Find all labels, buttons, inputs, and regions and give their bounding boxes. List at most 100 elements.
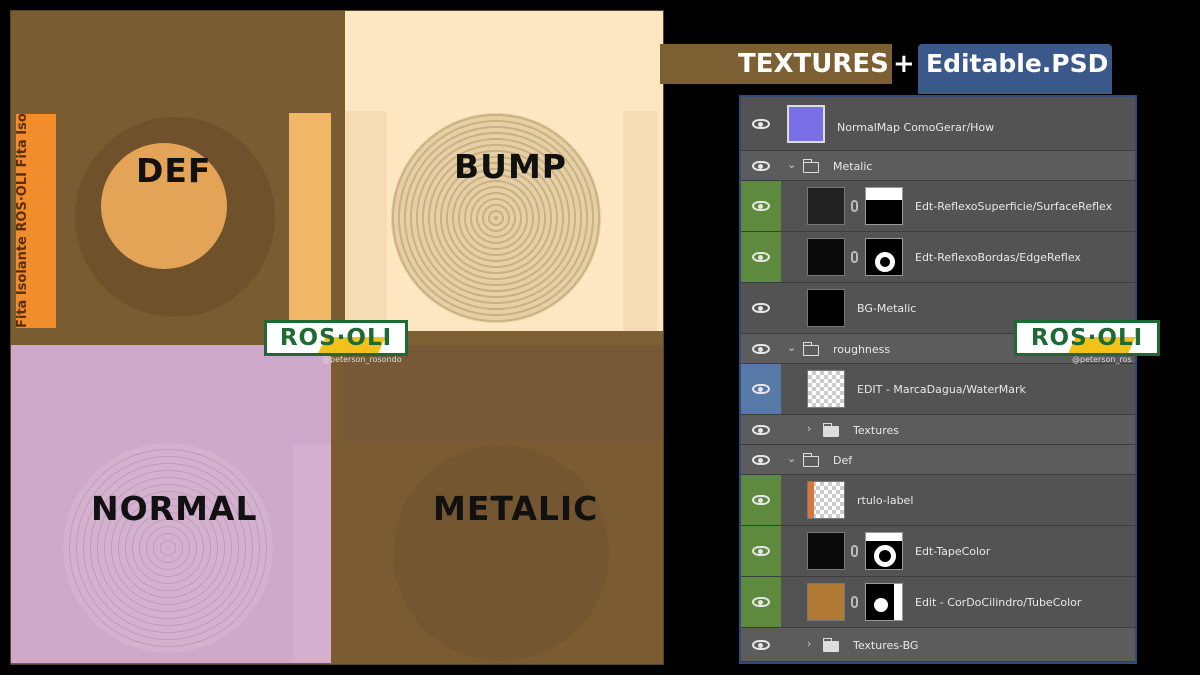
watermark-handle-right: @peterson_ros <box>1072 355 1132 364</box>
layer-thumbnail <box>807 370 845 408</box>
visibility-toggle[interactable] <box>741 526 781 576</box>
link-icon <box>851 596 858 608</box>
layer-mask <box>865 532 903 570</box>
mask-white-band <box>894 584 902 620</box>
watermark-brand: ROS·OLI <box>1030 325 1144 351</box>
layer-name: Edt-ReflexoSuperficie/SurfaceReflex <box>915 200 1113 213</box>
layer-row-tapecolor[interactable]: Edt-TapeColor <box>741 526 1135 577</box>
visibility-toggle[interactable] <box>741 232 781 282</box>
visibility-toggle[interactable] <box>741 577 781 627</box>
visibility-toggle[interactable] <box>741 475 781 525</box>
mask-white-band <box>866 533 902 541</box>
layer-group-def[interactable]: ⌄ Def <box>741 445 1135 475</box>
visibility-toggle[interactable] <box>741 334 781 363</box>
layer-name: Metalic <box>833 160 873 173</box>
metalic-label: METALIC <box>433 489 599 528</box>
layer-thumbnail <box>807 532 845 570</box>
layer-name: Edt-ReflexoBordas/EdgeReflex <box>915 251 1081 264</box>
bump-disc <box>391 113 601 323</box>
tape-label-text: Fita Isolante ROS·OLI Fita Isolante ROS·… <box>16 114 30 328</box>
layer-thumbnail <box>807 187 845 225</box>
chevron-right-icon[interactable]: › <box>807 422 811 435</box>
chevron-down-icon[interactable]: ⌄ <box>787 341 796 354</box>
mask-dot <box>874 598 888 612</box>
rosoli-watermark-right: ROS·OLI <box>1014 320 1160 356</box>
layer-thumbnail <box>807 238 845 276</box>
watermark-brand: ROS·OLI <box>279 325 393 351</box>
label-strip-thumb <box>808 482 814 518</box>
visibility-toggle[interactable] <box>741 151 781 180</box>
layer-name: Edt-TapeColor <box>915 545 991 558</box>
layer-mask <box>865 238 903 276</box>
layer-group-textures[interactable]: › Textures <box>741 415 1135 445</box>
layer-name: Def <box>833 454 853 467</box>
folder-icon <box>822 638 839 652</box>
chevron-down-icon[interactable]: ⌄ <box>787 452 796 465</box>
eye-icon <box>752 495 770 505</box>
layer-thumbnail <box>807 583 845 621</box>
mask-ring <box>874 545 896 567</box>
mask-ring <box>875 252 895 272</box>
layer-name: Textures-BG <box>853 639 919 652</box>
normal-label: NORMAL <box>91 489 258 528</box>
folder-icon <box>802 453 819 467</box>
layer-row-tubecolor[interactable]: Edit - CorDoCilindro/TubeColor <box>741 577 1135 628</box>
layer-name: EDIT - MarcaDagua/WaterMark <box>857 383 1026 396</box>
visibility-toggle[interactable] <box>741 415 781 444</box>
eye-icon <box>752 454 770 465</box>
layer-name: rtulo-label <box>857 494 914 507</box>
eye-icon <box>752 252 770 262</box>
layer-row-rtulo-label[interactable]: rtulo-label <box>741 475 1135 526</box>
layer-thumbnail <box>807 289 845 327</box>
layer-row-normalmap[interactable]: NormalMap ComoGerar/How <box>741 97 1135 151</box>
visibility-toggle[interactable] <box>741 181 781 231</box>
eye-icon <box>752 424 770 435</box>
layer-row-watermark[interactable]: EDIT - MarcaDagua/WaterMark <box>741 364 1135 415</box>
folder-icon <box>802 159 819 173</box>
eye-icon <box>752 639 770 650</box>
header-textures: TEXTURES <box>738 49 889 79</box>
layer-thumbnail <box>787 105 825 143</box>
watermark-handle-left: @peterson_rosondo <box>322 355 402 364</box>
link-icon <box>851 251 858 263</box>
eye-icon <box>752 160 770 171</box>
normal-disc <box>63 443 273 653</box>
bump-side-strip-right <box>623 111 657 331</box>
metalic-disc <box>393 445 609 661</box>
layer-name: roughness <box>833 343 891 356</box>
eye-icon <box>752 303 770 313</box>
layer-row-edgereflex[interactable]: Edt-ReflexoBordas/EdgeReflex <box>741 232 1135 283</box>
layer-group-textures-bg[interactable]: › Textures-BG <box>741 628 1135 662</box>
chevron-down-icon[interactable]: ⌄ <box>787 158 796 171</box>
chevron-right-icon[interactable]: › <box>807 637 811 650</box>
visibility-toggle[interactable] <box>741 283 781 333</box>
header-psd: Editable.PSD <box>926 49 1109 78</box>
rosoli-watermark-left: ROS·OLI <box>264 320 408 356</box>
tape-label-texture: Fita Isolante ROS·OLI Fita Isolante ROS·… <box>16 114 56 328</box>
visibility-toggle[interactable] <box>741 364 781 414</box>
layer-name: BG-Metalic <box>857 302 917 315</box>
visibility-toggle[interactable] <box>741 628 781 661</box>
def-label: DEF <box>136 151 212 190</box>
link-icon <box>851 200 858 212</box>
visibility-toggle[interactable] <box>741 97 781 150</box>
eye-icon <box>752 384 770 394</box>
layer-group-metalic[interactable]: ⌄ Metalic <box>741 151 1135 181</box>
bump-label: BUMP <box>454 147 567 186</box>
folder-icon <box>822 423 839 437</box>
header-plus: + <box>893 49 915 79</box>
layer-name: NormalMap ComoGerar/How <box>837 121 995 134</box>
layer-mask <box>865 187 903 225</box>
layer-name: Textures <box>853 424 899 437</box>
layer-mask <box>865 583 903 621</box>
bump-side-strip-left <box>345 111 387 321</box>
eye-icon <box>752 343 770 354</box>
folder-icon <box>802 342 819 356</box>
layer-thumbnail <box>807 481 845 519</box>
eye-icon <box>752 597 770 607</box>
normal-side-strip <box>293 445 331 663</box>
visibility-toggle[interactable] <box>741 445 781 474</box>
layer-row-surfacereflex[interactable]: Edt-ReflexoSuperficie/SurfaceReflex <box>741 181 1135 232</box>
eye-icon <box>752 546 770 556</box>
layer-name: Edit - CorDoCilindro/TubeColor <box>915 596 1082 609</box>
